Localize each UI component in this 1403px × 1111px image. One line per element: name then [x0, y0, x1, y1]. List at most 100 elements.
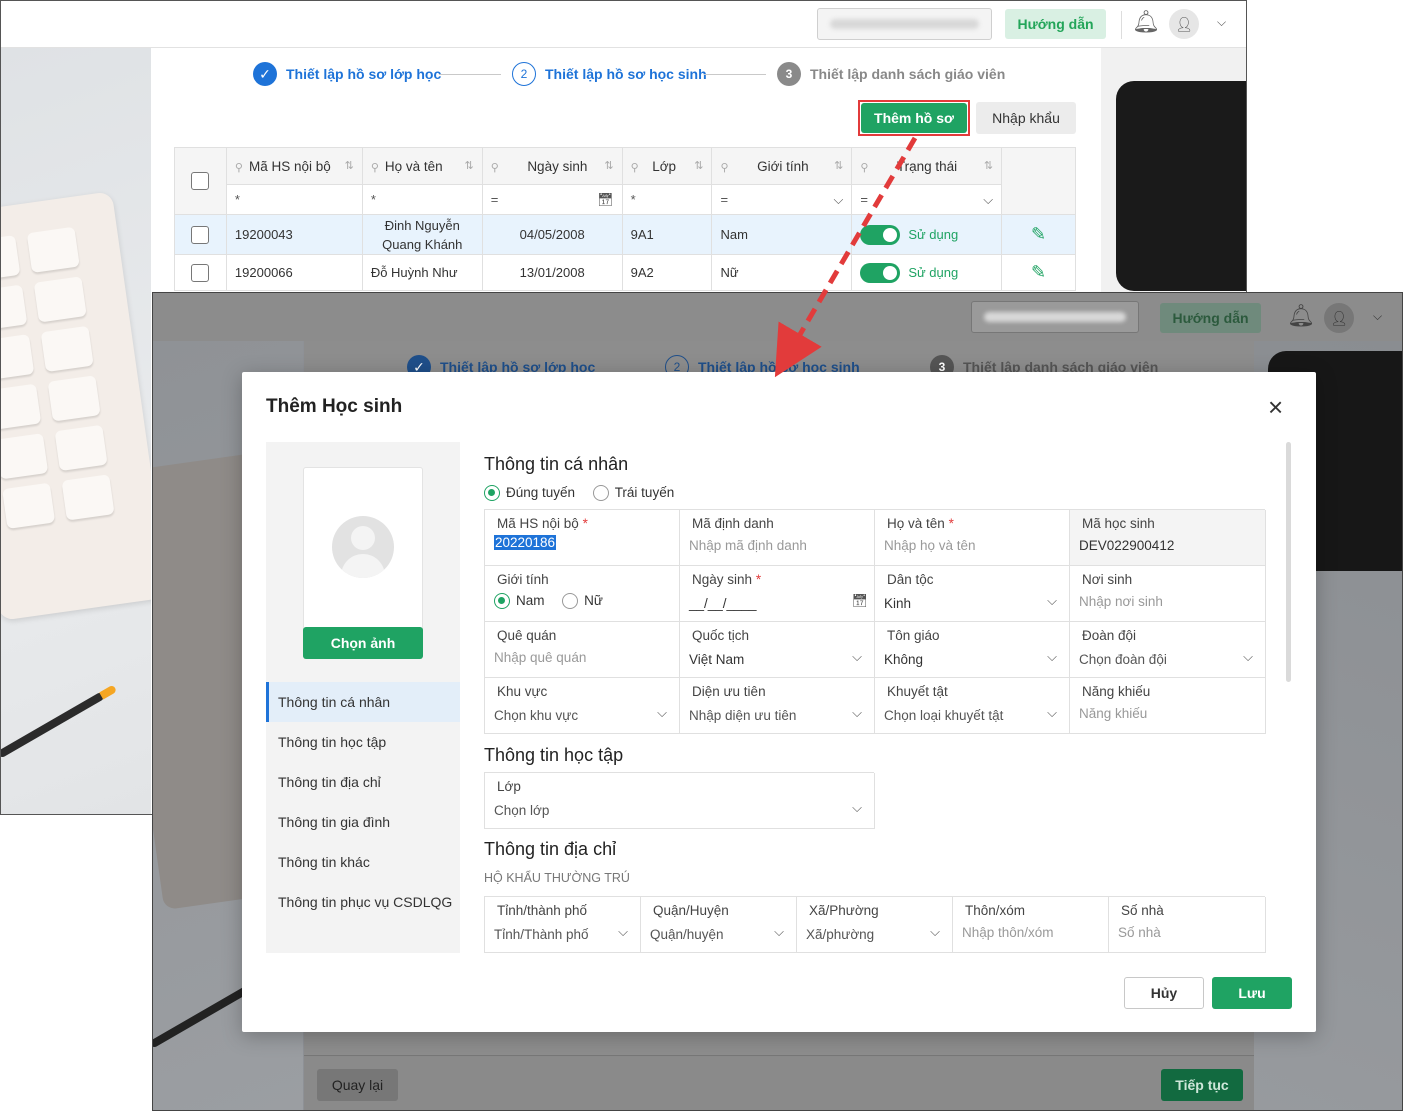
pin-icon[interactable]: ⚲ [491, 162, 499, 174]
close-icon[interactable]: × [1268, 392, 1283, 423]
status-toggle[interactable] [860, 262, 901, 283]
select-all-checkbox[interactable] [191, 172, 210, 190]
radio-wrong-route[interactable] [592, 484, 609, 501]
step-connector [704, 74, 766, 75]
dob-field[interactable]: Ngày sinh * __/__/____ 📅︎ [680, 566, 875, 622]
full-name-field[interactable]: Họ và tên * Nhập họ và tên [875, 510, 1070, 566]
top-bar: Hướng dẫn 🔔︎ 👤︎ ⌵ [153, 293, 1402, 341]
radio-correct-route[interactable] [484, 484, 500, 501]
chevron-down-icon[interactable]: ⌵ [1373, 309, 1382, 324]
gender-field: Giới tính Nam Nữ [485, 566, 680, 622]
priority-select[interactable]: Diện ưu tiên Nhập diện ưu tiên ⌵ [680, 678, 875, 734]
ethnicity-select[interactable]: Dân tộc Kinh ⌵ [875, 566, 1070, 622]
step-2-label[interactable]: Thiết lập hồ sơ học sinh [545, 66, 707, 82]
talent-field[interactable]: Năng khiếu Năng khiếu [1070, 678, 1266, 734]
religion-select[interactable]: Tôn giáo Không ⌵ [875, 622, 1070, 678]
table-header-row: ⚲ Mã HS nội bộ ⇅ ⚲ Họ và tên ⇅ ⚲ Ngày sinh ⇅ … [174, 147, 1076, 215]
nav-item-personal[interactable]: Thông tin cá nhân [266, 682, 460, 722]
nationality-select[interactable]: Quốc tịch Việt Nam ⌵ [680, 622, 875, 678]
column-header[interactable]: ⚲ Ngày sinh ⇅ [481, 147, 623, 185]
dialog-form: Thông tin cá nhân Đúng tuyến Trái tuyến … [484, 442, 1274, 953]
school-selector[interactable] [971, 301, 1139, 333]
ward-select[interactable]: Xã/Phường Xã/phường ⌵ [797, 897, 953, 953]
filter-cell[interactable]: = 📅︎ [481, 184, 623, 215]
row-checkbox[interactable] [191, 263, 210, 282]
filter-cell[interactable]: = ⌵ [711, 184, 853, 215]
village-field[interactable]: Thôn/xóm Nhập thôn/xóm [953, 897, 1109, 953]
pin-icon[interactable]: ⚲ [235, 162, 243, 174]
edit-pencil-icon[interactable]: ✎ [1031, 224, 1046, 244]
edit-pencil-icon[interactable]: ✎ [1031, 262, 1046, 282]
row-checkbox[interactable] [191, 225, 210, 244]
status-toggle[interactable] [860, 224, 901, 245]
chevron-down-icon[interactable]: ⌵ [1217, 15, 1226, 30]
nav-item-family[interactable]: Thông tin gia đình [266, 802, 460, 842]
pin-icon[interactable]: ⚲ [631, 162, 639, 174]
district-select[interactable]: Quận/Huyện Quận/huyện ⌵ [641, 897, 797, 953]
step-3-label[interactable]: Thiết lập danh sách giáo viên [810, 66, 1005, 82]
save-button[interactable]: Lưu [1212, 977, 1292, 1009]
pin-icon[interactable]: ⚲ [860, 162, 868, 174]
nav-item-csdlqg[interactable]: Thông tin phục vụ CSDLQG [266, 882, 460, 922]
column-header[interactable]: ⚲ Trạng thái ⇅ [851, 147, 1003, 185]
user-avatar-icon[interactable]: 👤︎ [1324, 303, 1354, 333]
sort-icon[interactable]: ⇅ [834, 159, 843, 172]
scrollbar[interactable] [1286, 442, 1291, 682]
radio-male[interactable] [494, 592, 510, 609]
nav-item-address[interactable]: Thông tin địa chỉ [266, 762, 460, 802]
guide-button[interactable]: Hướng dẫn [1160, 303, 1261, 333]
pin-icon[interactable]: ⚲ [371, 162, 379, 174]
chevron-down-icon[interactable]: ⌵ [983, 192, 993, 208]
column-header[interactable]: ⚲ Giới tính ⇅ [711, 147, 853, 185]
import-button[interactable]: Nhập khẩu [976, 102, 1076, 134]
birthplace-field[interactable]: Nơi sinh Nhập nơi sinh [1070, 566, 1266, 622]
user-avatar-icon[interactable]: 👤︎ [1169, 9, 1199, 39]
filter-cell[interactable]: * [361, 184, 483, 215]
section-title-study: Thông tin học tập [484, 745, 624, 765]
bell-icon[interactable]: 🔔︎ [1132, 9, 1160, 35]
sort-icon[interactable]: ⇅ [984, 159, 993, 172]
guide-button[interactable]: Hướng dẫn [1005, 9, 1106, 39]
nav-item-study[interactable]: Thông tin học tập [266, 722, 460, 762]
sort-icon[interactable]: ⇅ [345, 159, 354, 172]
pin-icon[interactable]: ⚲ [720, 162, 728, 174]
internal-code-field[interactable]: Mã HS nội bộ * 20220186 [485, 510, 680, 566]
cancel-button[interactable]: Hủy [1124, 977, 1204, 1009]
chevron-down-icon[interactable]: ⌵ [833, 192, 843, 208]
table-row[interactable]: 19200043 Đinh Nguyễn Quang Khánh 04/05/2… [174, 214, 1076, 255]
chevron-down-icon: ⌵ [1243, 649, 1253, 664]
column-header[interactable]: ⚲ Họ và tên ⇅ [361, 147, 483, 185]
nav-item-other[interactable]: Thông tin khác [266, 842, 460, 882]
filter-cell[interactable]: = ⌵ [851, 184, 1003, 215]
column-header[interactable]: ⚲ Mã HS nội bộ ⇅ [225, 147, 363, 185]
hometown-field[interactable]: Quê quán Nhập quê quán [485, 622, 680, 678]
top-bar: Hướng dẫn 🔔︎ 👤︎ ⌵ [1, 1, 1246, 48]
sort-icon[interactable]: ⇅ [694, 159, 703, 172]
column-header[interactable]: ⚲ Lớp ⇅ [621, 147, 713, 185]
school-selector[interactable] [817, 8, 992, 40]
choose-photo-button[interactable]: Chọn ảnh [303, 627, 423, 659]
province-select[interactable]: Tỉnh/thành phố Tỉnh/Thành phố ⌵ [485, 897, 641, 953]
step-1-label[interactable]: Thiết lập hồ sơ lớp học [286, 66, 441, 82]
disability-select[interactable]: Khuyết tật Chọn loại khuyết tật ⌵ [875, 678, 1070, 734]
calendar-icon[interactable]: 📅︎ [851, 593, 868, 609]
table-row[interactable]: 19200066 Đỗ Huỳnh Như 13/01/2008 9A2 Nữ … [174, 254, 1076, 291]
region-select[interactable]: Khu vực Chọn khu vực ⌵ [485, 678, 680, 734]
sort-icon[interactable]: ⇅ [465, 159, 474, 172]
union-select[interactable]: Đoàn đội Chọn đoàn đội ⌵ [1070, 622, 1266, 678]
id-code-field[interactable]: Mã định danh Nhập mã định danh [680, 510, 875, 566]
internal-code-value[interactable]: 20220186 [494, 535, 557, 550]
back-button[interactable]: Quay lại [317, 1069, 398, 1101]
bell-icon[interactable]: 🔔︎ [1287, 303, 1315, 329]
next-button[interactable]: Tiếp tục [1161, 1069, 1243, 1101]
class-select[interactable]: Lớp Chọn lớp ⌵ [485, 773, 875, 829]
house-number-field[interactable]: Số nhà Số nhà [1109, 897, 1266, 953]
sort-icon[interactable]: ⇅ [604, 159, 613, 172]
calendar-icon[interactable]: 📅︎ [597, 192, 614, 208]
radio-female[interactable] [562, 592, 579, 609]
chevron-down-icon: ⌵ [1047, 593, 1057, 608]
filter-cell[interactable]: * [225, 184, 363, 215]
dialog-sidebar: Chọn ảnh Thông tin cá nhân Thông tin học… [266, 442, 460, 953]
filter-cell[interactable]: * [621, 184, 713, 215]
add-profile-button[interactable]: Thêm hồ sơ [861, 103, 967, 133]
